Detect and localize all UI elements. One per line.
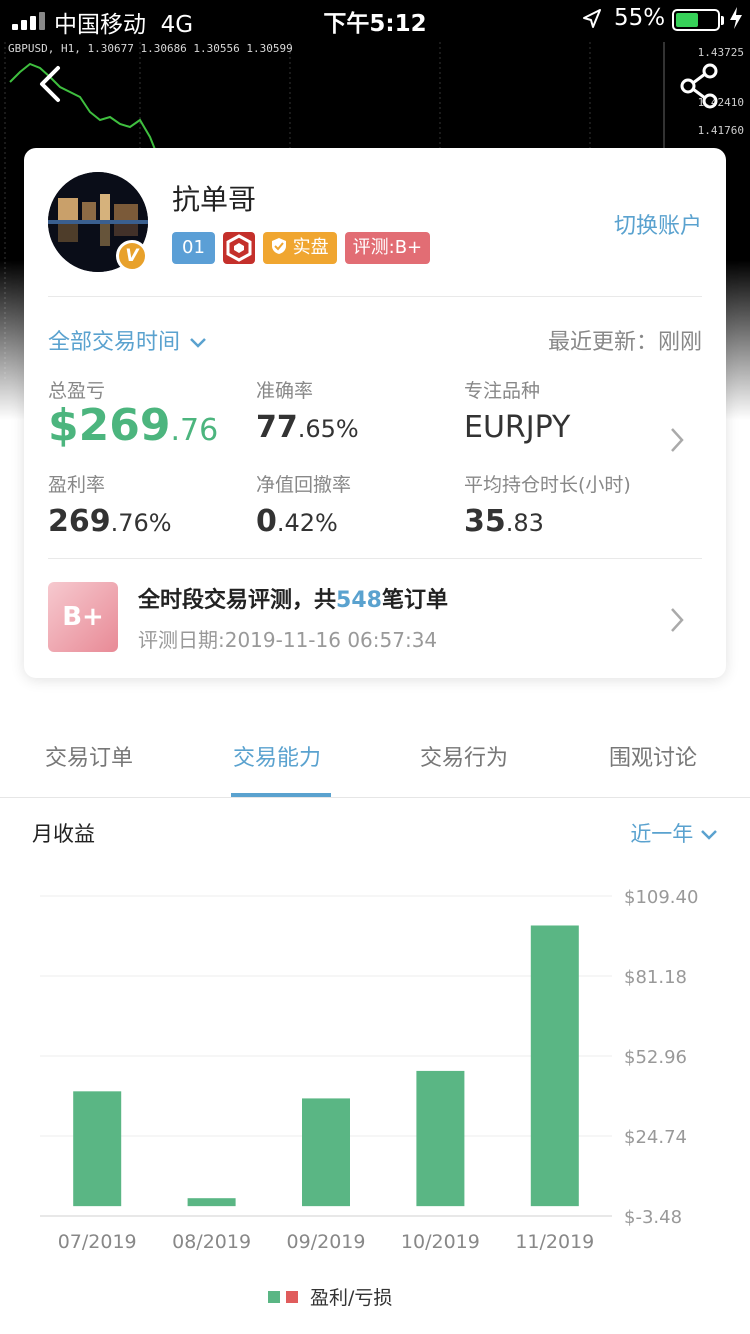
grade-tag: 评测:B+ [344,232,431,264]
focus-symbol-label: 专注品种 [464,380,541,402]
switch-account-link[interactable]: 切换账户 [614,208,702,240]
chevron-left-icon [40,66,60,102]
shield-check-icon [271,237,293,258]
stats-detail-button[interactable] [668,426,686,458]
total-pnl-label: 总盈亏 [48,380,106,402]
y-tick-label: $-3.48 [624,1207,682,1228]
broker-logo-icon [222,232,255,264]
real-account-tag: 实盘 [262,232,337,264]
chart-title: 月收益 [32,822,95,846]
share-icon [680,63,718,109]
share-button[interactable] [678,62,722,110]
profile-card: V 抗单哥 01 实盘 评测:B+ 切换账户 全部交易时间 最近更新：刚刚 总盈… [24,148,726,678]
x-tick-label: 07/2019 [58,1231,137,1253]
x-tick-label: 09/2019 [287,1231,366,1253]
battery-percent: 55% [614,5,666,31]
legend-profit-swatch [268,1290,280,1303]
bar[interactable] [530,925,579,1207]
x-tick-label: 10/2019 [401,1231,480,1253]
focus-symbol-value: EURJPY [464,410,571,445]
accuracy-value: 77.65% [256,410,359,445]
chart-caption: GBPUSD, H1, 1.30677 1.30686 1.30556 1.30… [8,42,293,55]
battery-tip [721,16,724,25]
drawdown-label: 净值回撤率 [256,474,352,496]
legend-loss-swatch [286,1290,298,1303]
x-tick-label: 08/2019 [172,1231,251,1253]
back-button[interactable] [32,62,72,106]
divider [48,296,702,297]
tab-discussion[interactable]: 围观讨论 [609,740,697,772]
battery-icon [672,9,720,31]
order-count: 548 [336,588,382,613]
y-tick-label: $24.74 [624,1127,687,1148]
tab-orders[interactable]: 交易订单 [45,740,133,772]
last-update: 最近更新：刚刚 [547,330,702,355]
chevron-right-icon [671,428,684,452]
chevron-down-icon [190,338,206,348]
y-tick-label: $52.96 [624,1047,687,1068]
accuracy-label: 准确率 [256,380,314,402]
price-label: 1.41760 [697,124,744,137]
bar[interactable] [187,1198,236,1207]
level-tag: 01 [172,232,215,264]
tab-ability[interactable]: 交易能力 [233,740,321,772]
total-pnl-value: $269.76 [48,400,219,451]
chevron-down-icon [701,830,717,840]
evaluation-detail-button[interactable] [668,606,686,638]
evaluation-date: 评测日期:2019-11-16 06:57:34 [138,628,438,652]
tab-behavior[interactable]: 交易行为 [420,740,508,772]
legend-label: 盈利/亏损 [310,1287,393,1309]
bar[interactable] [302,1098,350,1207]
drawdown-value: 0.42% [256,504,338,539]
divider [48,558,702,559]
grade-badge: B+ [48,582,118,652]
time-range-dropdown[interactable]: 全部交易时间 [48,324,207,356]
profit-rate-label: 盈利率 [48,474,106,496]
tag-list: 01 实盘 评测:B+ [172,232,431,264]
charging-icon [729,6,743,36]
status-bar: 中国移动 4G 下午5:12 55% [0,0,750,40]
tab-bar: 交易订单 交易能力 交易行为 围观讨论 [0,716,750,798]
bar[interactable] [416,1070,465,1207]
price-label: 1.43725 [697,46,744,59]
x-tick-label: 11/2019 [515,1231,594,1253]
evaluation-title[interactable]: 全时段交易评测，共548笔订单 [138,582,448,614]
verified-badge: V [116,240,148,272]
avg-hold-value: 35.83 [464,504,544,539]
avg-hold-label: 平均持仓时长(小时) [464,474,631,496]
chevron-right-icon [671,608,684,632]
active-tab-indicator [231,793,331,797]
monthly-profit-chart: $109.40 $81.18 $52.96 $24.74 $-3.48 07/2019 08… [40,887,698,1253]
period-dropdown[interactable]: 近一年 [630,818,718,848]
y-tick-label: $109.40 [624,887,698,908]
username: 抗单哥 [172,183,257,216]
y-tick-label: $81.18 [624,967,687,988]
profit-rate-value: 269.76% [48,504,172,539]
bar[interactable] [73,1091,122,1207]
chart-legend: 盈利/亏损 [268,1283,392,1310]
location-icon [582,8,602,36]
